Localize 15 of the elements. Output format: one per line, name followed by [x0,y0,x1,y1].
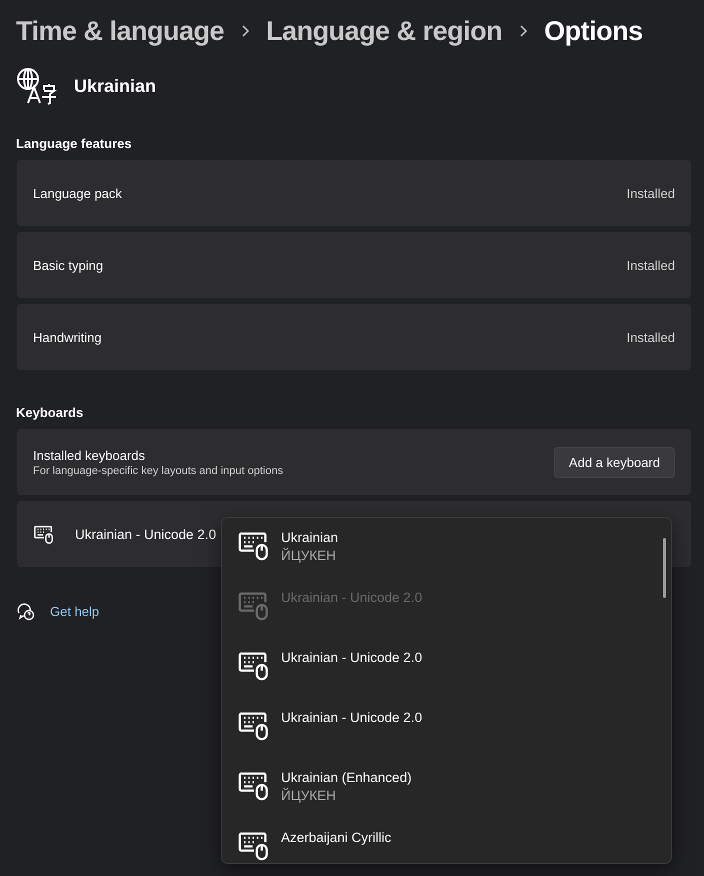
layout-name: ЙЦУКЕН [281,548,337,563]
feature-status: Installed [626,258,675,272]
layout-name: ЙЦУКЕН [281,788,337,803]
breadcrumb-item: Options [544,16,643,46]
feature-status: Installed [626,330,675,344]
feature-label: Basic typing [33,258,104,272]
feature-label: Language pack [33,186,122,200]
feature-label: Handwriting [33,330,102,344]
feature-status: Installed [626,186,675,200]
keyboards-description: For language-specific key layouts and input options [33,464,284,476]
section-heading: Language features [16,136,133,151]
keyboard-name: Ukrainian - Unicode 2.0 [75,526,216,542]
section-heading: Keyboards [16,405,84,420]
language-name: Ukrainian [74,76,156,96]
keyboards-title: Installed keyboards [33,448,146,462]
